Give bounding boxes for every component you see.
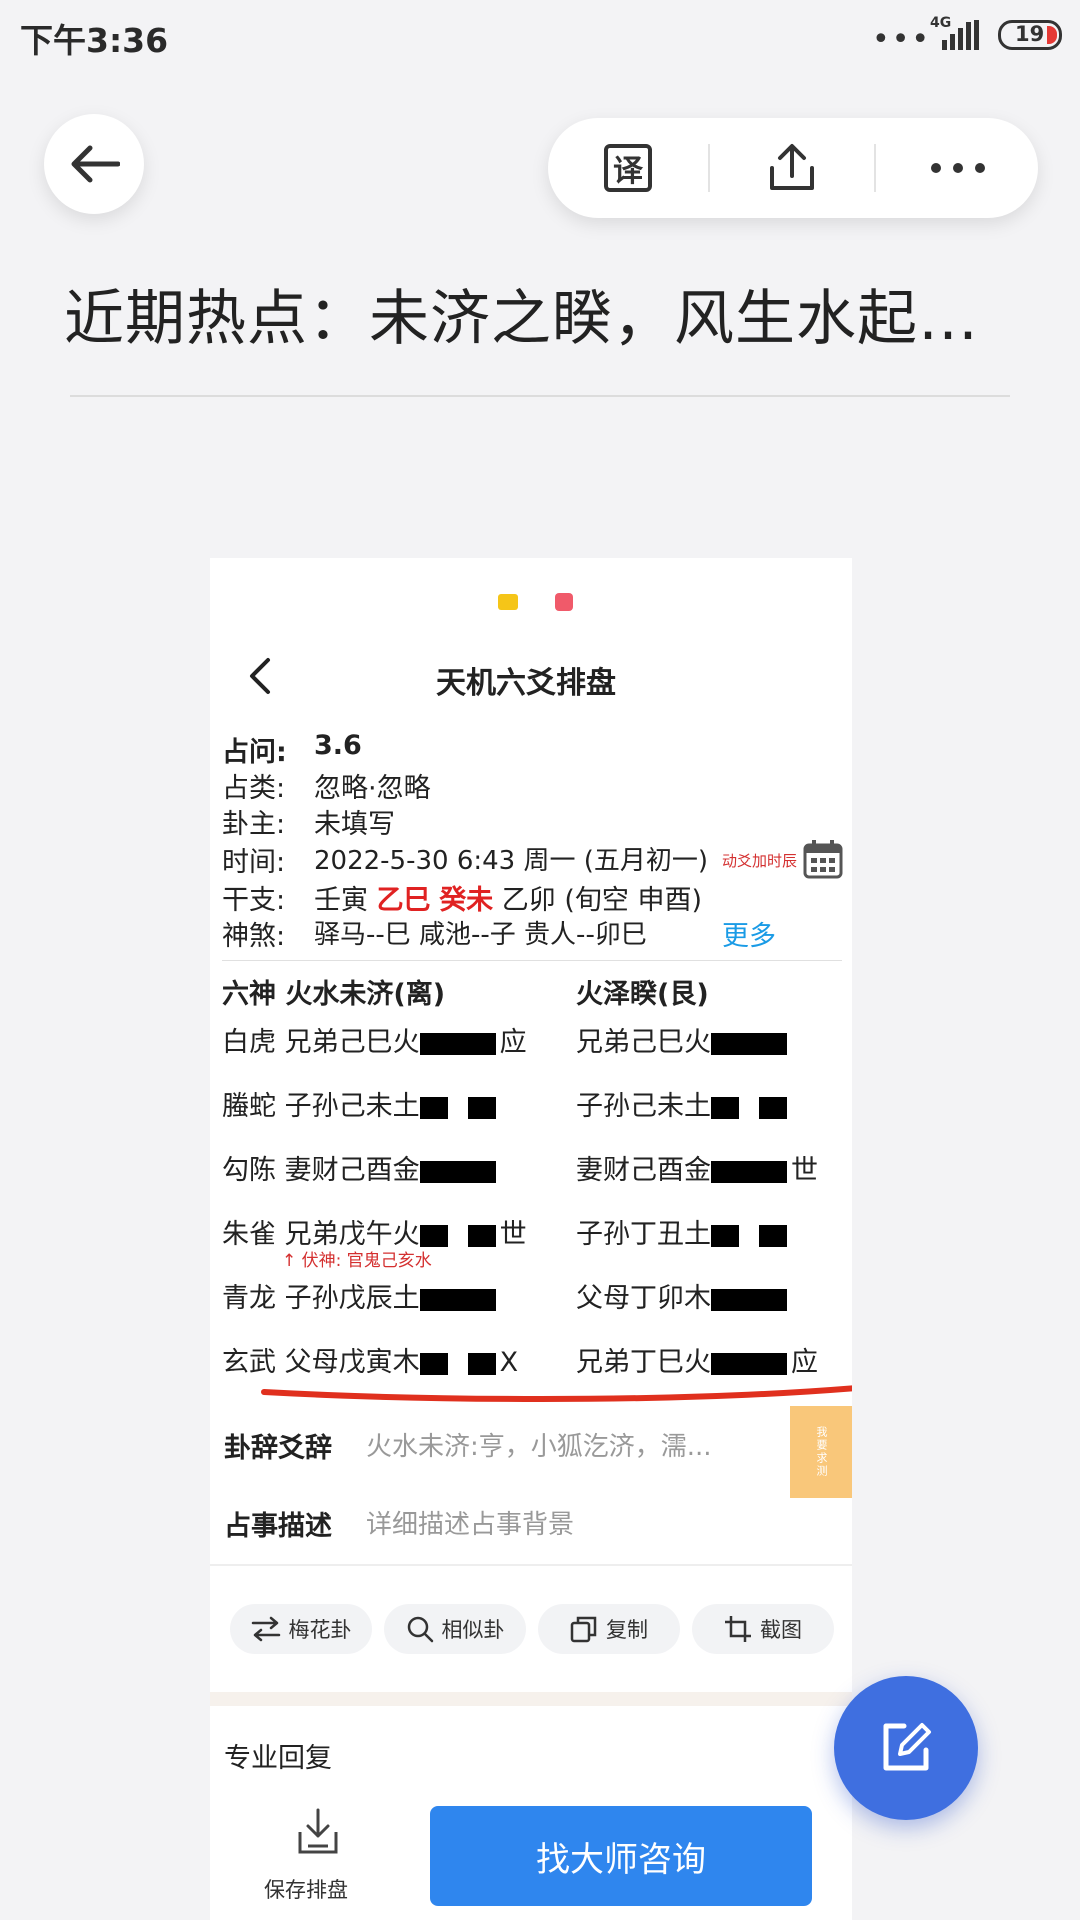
hexagram-row: 勾陈 妻财己酉金 xyxy=(222,1148,500,1187)
battery-level: 19 xyxy=(1015,22,1045,46)
hexagram-row-changed: 子孙丁丑土 xyxy=(576,1212,791,1251)
meihua-button[interactable]: 梅花卦 xyxy=(230,1604,372,1654)
ganzhi-day: 癸未 xyxy=(439,885,494,916)
status-time: 下午3:36 xyxy=(20,21,169,60)
battery-icon: 19 xyxy=(998,20,1062,50)
chevron-left-icon[interactable] xyxy=(246,656,272,696)
yang-line xyxy=(419,1160,496,1183)
more-link[interactable]: 更多 xyxy=(722,914,776,953)
edit-fab-button[interactable] xyxy=(834,1676,978,1820)
back-button[interactable] xyxy=(44,114,144,214)
hexagram-row-changed: 子孙己未土 xyxy=(576,1084,791,1123)
hexagram-header-left: 六神 火水未济(离) xyxy=(222,979,446,1010)
yin-line xyxy=(711,1224,787,1247)
swap-icon xyxy=(251,1616,280,1642)
ganzhi-year: 壬寅 xyxy=(314,885,368,916)
download-icon xyxy=(298,1808,338,1854)
share-icon xyxy=(770,144,814,190)
section-divider xyxy=(210,1564,852,1566)
yang-line xyxy=(711,1032,787,1055)
section-gap xyxy=(210,1692,852,1706)
search-icon xyxy=(407,1616,433,1643)
calendar-icon[interactable] xyxy=(802,838,844,880)
time-label: 时间: xyxy=(222,847,286,878)
hexagram-row: 螣蛇 子孙己未土 xyxy=(222,1084,500,1123)
shensha-value: 驿马--巳 咸池--子 贵人--卯巳 xyxy=(314,920,647,950)
translate-icon: 译 xyxy=(604,144,652,192)
side-tab-button[interactable]: 我要求测 xyxy=(790,1406,852,1498)
ganzhi-values: 壬寅 乙巳 癸未 乙卯 (旬空 申酉) xyxy=(314,878,702,917)
info-divider xyxy=(222,960,842,961)
shensha-label: 神煞: xyxy=(222,921,286,952)
crop-icon xyxy=(725,1616,751,1642)
yin-line xyxy=(419,1224,496,1247)
yang-line xyxy=(419,1032,496,1055)
hexagram-row: 青龙 子孙戊辰土 xyxy=(222,1276,500,1315)
fushen-note: ↑ 伏神: 官鬼己亥水 xyxy=(282,1251,432,1271)
similar-button[interactable]: 相似卦 xyxy=(384,1604,526,1654)
copy-icon xyxy=(570,1616,597,1643)
ganzhi-label: 干支: xyxy=(222,885,286,916)
share-button[interactable] xyxy=(712,118,872,218)
translate-button[interactable]: 译 xyxy=(548,118,708,218)
time-note[interactable]: 动爻加时辰 xyxy=(722,850,797,871)
desc-input[interactable]: 详细描述占事背景 xyxy=(366,1504,574,1541)
edit-icon xyxy=(883,1723,931,1771)
yang-line xyxy=(711,1160,787,1183)
yin-line xyxy=(419,1096,496,1119)
category-label: 占类: xyxy=(222,773,286,804)
reply-label: 专业回复 xyxy=(224,1743,332,1774)
action-toolbar: 译 xyxy=(548,118,1038,218)
more-button[interactable] xyxy=(878,118,1038,218)
article-title: 近期热点：未济之睽，风生水起… xyxy=(64,284,979,354)
hexagram-row: 白虎 兄弟己巳火应 xyxy=(222,1027,527,1058)
yin-line xyxy=(711,1096,787,1119)
more-status-icon: ••• xyxy=(872,22,932,57)
title-divider xyxy=(70,395,1010,397)
consult-master-button[interactable]: 找大师咨询 xyxy=(430,1806,812,1906)
category-value: 忽略·忽略 xyxy=(314,773,431,804)
embed-header-title: 天机六爻排盘 xyxy=(436,666,616,701)
hexagram-row-changed: 兄弟己巳火 xyxy=(576,1020,791,1059)
copy-button[interactable]: 复制 xyxy=(538,1604,680,1654)
hexagram-header-right: 火泽睽(艮) xyxy=(576,979,709,1010)
ganzhi-hour: 乙卯 (旬空 申酉) xyxy=(501,885,703,916)
red-underline-annotation xyxy=(261,1385,852,1402)
owner-label: 卦主: xyxy=(222,809,286,840)
hexagram-row-changed: 妻财己酉金世 xyxy=(576,1155,818,1186)
save-chart-button[interactable]: 保存排盘 xyxy=(250,1806,390,1916)
notification-icon xyxy=(498,594,518,610)
more-icon xyxy=(931,163,985,173)
desc-label: 占事描述 xyxy=(224,1511,332,1542)
ganzhi-month: 乙巳 xyxy=(376,885,431,916)
signal-icon xyxy=(942,20,979,50)
owner-value: 未填写 xyxy=(314,809,395,840)
question-value: 3.6 xyxy=(314,730,362,761)
time-value: 2022-5-30 6:43 周一 (五月初一) xyxy=(314,846,709,876)
guaci-label: 卦辞爻辞 xyxy=(224,1433,332,1464)
screenshot-button[interactable]: 截图 xyxy=(692,1604,834,1654)
question-label: 占问: xyxy=(222,737,287,768)
yang-line xyxy=(419,1288,496,1311)
embedded-screenshot: 天机六爻排盘 占问: 3.6 占类: 忽略·忽略 卦主: 未填写 时间: 202… xyxy=(210,558,852,1920)
guaci-value[interactable]: 火水未济:亨，小狐汔济，濡... xyxy=(366,1426,712,1463)
yang-line xyxy=(711,1288,787,1311)
hexagram-row-changed: 父母丁卯木 xyxy=(576,1276,791,1315)
app-icon xyxy=(555,593,573,611)
arrow-left-icon xyxy=(71,145,120,183)
